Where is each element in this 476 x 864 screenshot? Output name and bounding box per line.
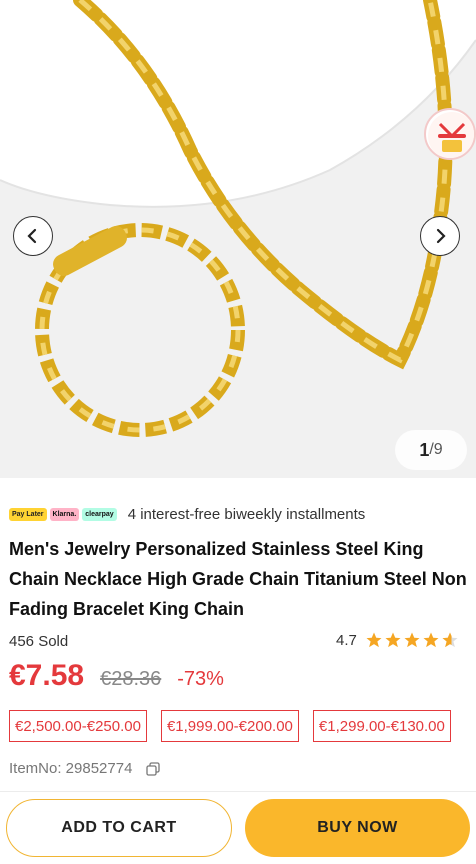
klarna-logo: Klarna. <box>49 507 80 521</box>
sold-count: 456 Sold <box>9 633 69 650</box>
star-icon <box>404 632 420 648</box>
current-price: €7.58 <box>9 659 85 692</box>
chevron-left-icon <box>27 228 37 244</box>
coupon-item[interactable]: €2,500.00-€250.00 <box>9 710 147 742</box>
image-page-indicator: 1/9 <box>395 430 467 470</box>
clearpay-logo: clearpay <box>82 507 117 521</box>
item-number-row: ItemNo: 29852774 <box>9 760 161 777</box>
coupon-list: €2,500.00-€250.00 €1,999.00-€200.00 €1,2… <box>9 710 465 742</box>
coupon-item[interactable]: €1,299.00-€130.00 <box>312 710 451 742</box>
installment-row[interactable]: Pay Later Klarna. clearpay 4 interest-fr… <box>9 503 365 525</box>
product-image-gallery[interactable]: 1/9 <box>0 0 476 478</box>
page-total: /9 <box>429 441 443 458</box>
star-icon <box>423 632 439 648</box>
star-icon <box>385 632 401 648</box>
coupon-item[interactable]: €1,999.00-€200.00 <box>160 710 299 742</box>
rating-value: 4.7 <box>336 631 357 649</box>
page-current: 1 <box>419 439 430 460</box>
promo-badge-icon[interactable] <box>424 108 476 160</box>
product-title: Men's Jewelry Personalized Stainless Ste… <box>9 539 467 619</box>
price-row: €7.58 €28.36 -73% <box>9 659 224 693</box>
product-photo <box>0 0 476 478</box>
buy-now-button[interactable]: BUY NOW <box>245 799 470 857</box>
rating-stars <box>365 631 460 649</box>
original-price: €28.36 <box>100 668 162 690</box>
add-to-cart-button[interactable]: ADD TO CART <box>6 799 232 857</box>
star-half-icon <box>442 632 458 648</box>
paylater-logo: Pay Later <box>9 507 47 521</box>
star-icon <box>366 632 382 648</box>
discount-badge: -73% <box>177 668 224 690</box>
item-number: ItemNo: 29852774 <box>9 760 133 777</box>
next-image-button[interactable] <box>420 216 460 256</box>
prev-image-button[interactable] <box>13 216 53 256</box>
chevron-right-icon <box>436 228 446 244</box>
installment-text: 4 interest-free biweekly installments <box>127 505 366 523</box>
copy-icon[interactable] <box>146 761 161 776</box>
bottom-bar-divider <box>0 791 476 792</box>
product-rating[interactable]: 4.7 <box>336 631 460 649</box>
